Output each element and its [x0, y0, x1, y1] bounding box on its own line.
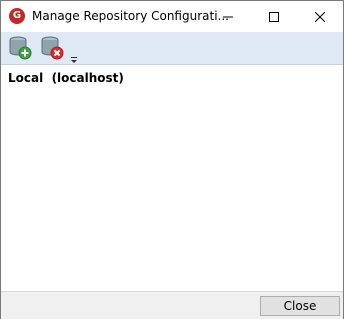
- list-item-local-repository[interactable]: Local (localhost): [8, 71, 124, 85]
- toolbar-overflow-button[interactable]: [70, 53, 78, 63]
- minimize-button[interactable]: [205, 1, 251, 32]
- toolbar: [1, 32, 343, 65]
- minimize-icon: [223, 16, 233, 17]
- title-bar[interactable]: G Manage Repository Configurati...: [1, 1, 343, 32]
- maximize-button[interactable]: [251, 1, 297, 32]
- window-title: Manage Repository Configurati...: [32, 9, 229, 23]
- maximize-icon: [269, 11, 279, 22]
- database-remove-icon: [41, 36, 64, 60]
- database-add-icon: [9, 36, 32, 60]
- app-logo-icon: G: [9, 8, 25, 24]
- overflow-chevron-icon: [71, 57, 77, 63]
- dialog-footer: Close: [1, 291, 343, 319]
- manage-repository-dialog: G Manage Repository Configurati... Local…: [0, 0, 344, 319]
- remove-repository-button[interactable]: [40, 36, 64, 60]
- window-close-button[interactable]: [297, 1, 343, 32]
- repository-list[interactable]: Local (localhost): [1, 65, 343, 291]
- add-repository-button[interactable]: [8, 36, 32, 60]
- close-icon: [315, 11, 325, 22]
- close-button[interactable]: Close: [260, 296, 340, 316]
